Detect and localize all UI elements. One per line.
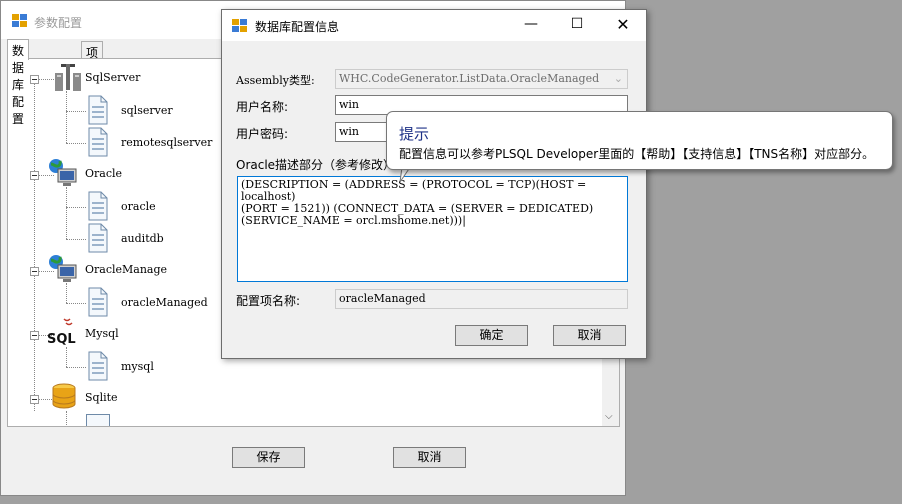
tab-project-config[interactable]: 项目配置: [81, 41, 104, 111]
network-computer-icon: [49, 255, 77, 282]
username-label: 用户名称:: [236, 100, 289, 114]
assembly-value: WHC.CodeGenerator.ListData.OracleManaged: [339, 72, 600, 85]
scroll-down-icon[interactable]: ⌵: [605, 411, 613, 422]
sql-icon: SQL: [47, 318, 76, 347]
database-cylinder-icon: [52, 383, 76, 409]
document-icon: [88, 223, 108, 253]
config-name-field[interactable]: oracleManaged: [335, 289, 628, 309]
document-icon: [88, 191, 108, 221]
collapse-toggle-mysql[interactable]: [30, 331, 39, 340]
svg-text:SQL: SQL: [47, 332, 76, 347]
tree-node-label[interactable]: OracleManage: [85, 263, 167, 276]
tree-node-label[interactable]: Mysql: [85, 327, 119, 340]
tree-leaf-label[interactable]: auditdb: [121, 232, 164, 245]
chevron-down-icon[interactable]: ⌄: [614, 72, 623, 85]
cancel-button[interactable]: 取消: [393, 447, 466, 468]
config-name-label: 配置项名称:: [236, 294, 301, 308]
tooltip-title: 提示: [399, 125, 430, 143]
tab-database-config[interactable]: 数据库配置: [7, 39, 30, 126]
tree-leaf-label[interactable]: remotesqlserver: [121, 136, 212, 149]
tree-node-label[interactable]: SqlServer: [85, 71, 140, 84]
app-window-icon: [232, 19, 247, 32]
password-label: 用户密码:: [236, 127, 289, 141]
document-icon: [88, 95, 108, 125]
document-icon: [88, 287, 108, 317]
close-icon[interactable]: ✕: [600, 10, 646, 41]
collapse-toggle-sqlite[interactable]: [30, 395, 39, 404]
dialog-titlebar: 数据库配置信息 — ☐ ✕: [222, 10, 646, 41]
app-window-icon: [12, 14, 27, 27]
tree-leaf-label[interactable]: mysql: [121, 360, 154, 373]
assembly-select[interactable]: WHC.CodeGenerator.ListData.OracleManaged…: [335, 69, 628, 89]
tree-node-label[interactable]: Sqlite: [85, 391, 118, 404]
tree-leaf-label[interactable]: sqlserver: [121, 104, 173, 117]
collapse-toggle-oraclemanage[interactable]: [30, 267, 39, 276]
document-icon: [88, 127, 108, 157]
document-icon: [88, 351, 108, 381]
tree-node-label[interactable]: Oracle: [85, 167, 122, 180]
save-button[interactable]: 保存: [232, 447, 305, 468]
document-icon: [86, 414, 110, 426]
tooltip-message: 配置信息可以参考PLSQL Developer里面的【帮助】【支持信息】【TNS…: [399, 147, 875, 161]
oracle-desc-label: Oracle描述部分（参考修改）:: [236, 158, 400, 172]
network-computer-icon: [49, 159, 77, 186]
collapse-toggle-sqlserver[interactable]: [30, 75, 39, 84]
tree-leaf-label[interactable]: oracle: [121, 200, 156, 213]
minimize-icon[interactable]: —: [508, 10, 554, 41]
collapse-toggle-oracle[interactable]: [30, 171, 39, 180]
tree-leaf-label[interactable]: oracleManaged: [121, 296, 208, 309]
dialog-title: 数据库配置信息: [255, 20, 340, 34]
assembly-label: Assembly类型:: [236, 74, 315, 87]
tooltip-balloon: 提示 配置信息可以参考PLSQL Developer里面的【帮助】【支持信息】【…: [386, 111, 893, 170]
database-tools-icon: [55, 64, 81, 91]
ok-button[interactable]: 确定: [455, 325, 528, 346]
window-title: 参数配置: [34, 16, 83, 30]
maximize-icon[interactable]: ☐: [554, 10, 600, 41]
cancel-button[interactable]: 取消: [553, 325, 626, 346]
oracle-description-textarea[interactable]: (DESCRIPTION = (ADDRESS = (PROTOCOL = TC…: [237, 176, 628, 282]
